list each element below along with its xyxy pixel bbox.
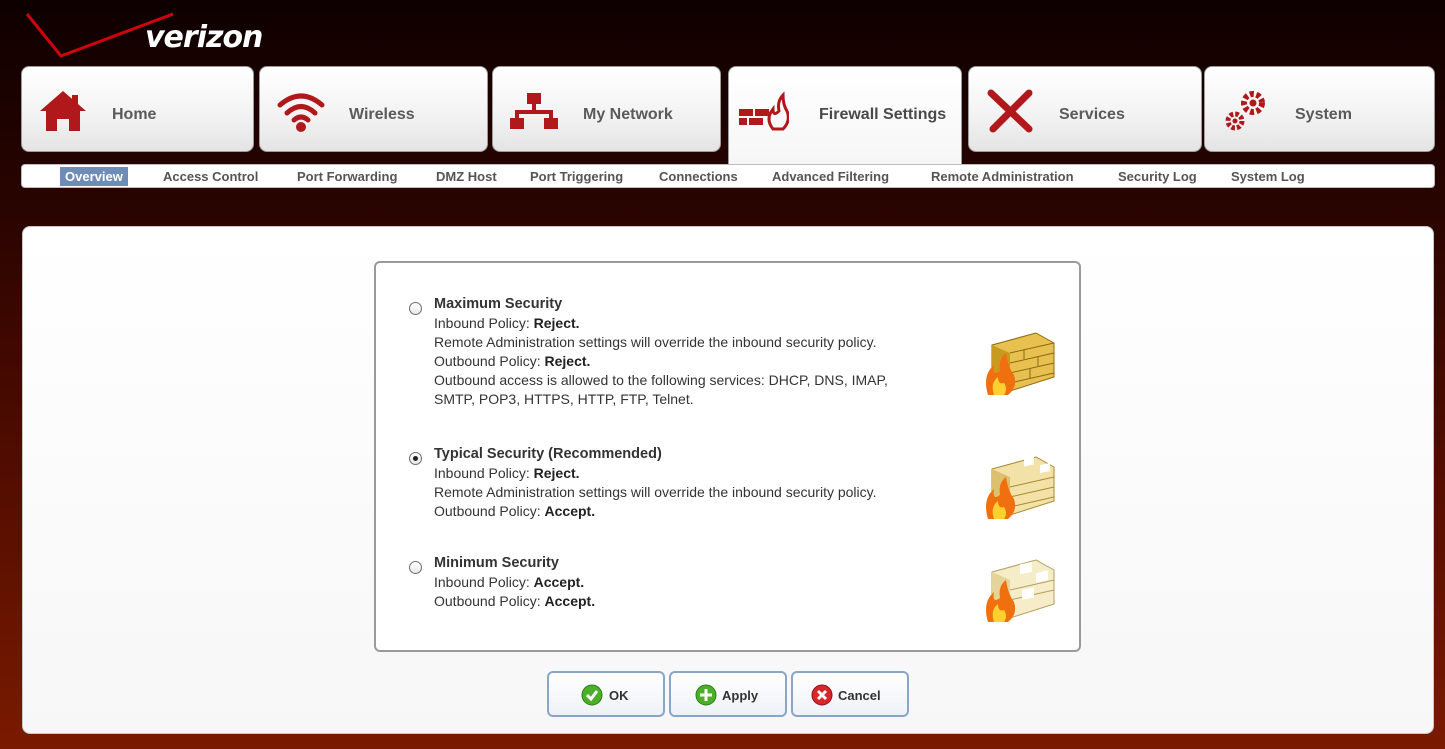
home-icon (40, 91, 86, 131)
firewall-max-icon (986, 332, 1055, 395)
tab-wireless-label: Wireless (349, 106, 415, 123)
subnav-advanced-filtering[interactable]: Advanced Filtering (767, 167, 894, 186)
option-title: Maximum Security (434, 296, 563, 312)
cancel-icon (811, 684, 833, 706)
subnav-connections[interactable]: Connections (654, 167, 743, 186)
gears-icon (1225, 91, 1265, 131)
subnav-port-forwarding[interactable]: Port Forwarding (292, 167, 402, 186)
ok-button[interactable]: OK (547, 671, 665, 717)
tab-services[interactable]: Services (968, 66, 1202, 152)
tab-my-network[interactable]: My Network (492, 66, 721, 152)
subnav-remote-administration[interactable]: Remote Administration (926, 167, 1079, 186)
apply-button-label: Apply (722, 688, 759, 703)
apply-button[interactable]: Apply (669, 671, 787, 717)
remote-admin-note: Remote Administration settings will over… (434, 484, 877, 500)
option-typical-text: Typical Security (Recommended) Inbound P… (434, 445, 877, 521)
tab-home-label: Home (112, 106, 157, 123)
radio-maximum-security[interactable] (409, 302, 422, 315)
option-maximum-text: Maximum Security Inbound Policy: Reject.… (434, 295, 888, 409)
wifi-icon (277, 93, 325, 132)
radio-typical-security[interactable] (409, 452, 422, 465)
cancel-button[interactable]: Cancel (791, 671, 909, 717)
subnav-system-log[interactable]: System Log (1226, 167, 1310, 186)
verizon-logo: verizon (25, 8, 295, 64)
tab-system[interactable]: System (1204, 66, 1435, 152)
subnav-security-log[interactable]: Security Log (1113, 167, 1202, 186)
tab-system-label: System (1295, 106, 1352, 123)
network-icon (510, 93, 558, 129)
radio-minimum-security[interactable] (409, 561, 422, 574)
inbound-policy: Inbound Policy: Accept. (434, 573, 595, 592)
subnav-dmz-host[interactable]: DMZ Host (431, 167, 502, 186)
tab-services-label: Services (1059, 106, 1125, 123)
inbound-policy: Inbound Policy: Reject. (434, 314, 888, 333)
firewall-typical-icon (986, 456, 1055, 519)
cancel-button-label: Cancel (838, 688, 881, 703)
outbound-policy-label: Outbound Policy: (434, 503, 545, 519)
inbound-policy-value: Accept. (533, 574, 585, 590)
option-minimum-text: Minimum Security Inbound Policy: Accept.… (434, 554, 595, 611)
option-title: Typical Security (Recommended) (434, 446, 662, 462)
subnav-access-control[interactable]: Access Control (158, 167, 263, 186)
tab-firewall-settings-label: Firewall Settings (819, 106, 947, 123)
sub-navigation: Overview Access Control Port Forwarding … (21, 164, 1435, 188)
inbound-policy-value: Reject. (533, 315, 580, 331)
ok-button-label: OK (609, 688, 629, 703)
inbound-policy-label: Inbound Policy: (434, 315, 534, 331)
remote-admin-note: Remote Administration settings will over… (434, 334, 877, 350)
outbound-policy-value: Accept. (544, 593, 596, 609)
inbound-policy: Inbound Policy: Reject. (434, 464, 877, 483)
check-icon (581, 684, 603, 706)
tab-firewall-settings[interactable]: Firewall Settings (728, 66, 962, 164)
tab-home[interactable]: Home (21, 66, 254, 152)
outbound-policy-label: Outbound Policy: (434, 593, 545, 609)
outbound-policy-value: Reject. (544, 353, 591, 369)
firewall-icon (739, 91, 789, 131)
allowed-services-line1: Outbound access is allowed to the follow… (434, 372, 888, 388)
firewall-min-icon (986, 559, 1055, 622)
outbound-policy: Outbound Policy: Accept. (434, 502, 877, 521)
inbound-policy-label: Inbound Policy: (434, 574, 534, 590)
inbound-policy-value: Reject. (533, 465, 580, 481)
outbound-policy: Outbound Policy: Accept. (434, 592, 595, 611)
subnav-overview[interactable]: Overview (60, 167, 128, 186)
option-title: Minimum Security (434, 555, 559, 571)
security-options-box: Maximum Security Inbound Policy: Reject.… (374, 261, 1081, 652)
main-tab-bar: Home Wireless My Network Firewall Settin… (21, 66, 1435, 164)
outbound-policy-label: Outbound Policy: (434, 353, 545, 369)
inbound-policy-label: Inbound Policy: (434, 465, 534, 481)
apply-icon (695, 684, 717, 706)
allowed-services-line2: SMTP, POP3, HTTPS, HTTP, FTP, Telnet. (434, 391, 694, 407)
outbound-policy-value: Accept. (544, 503, 596, 519)
tools-icon (987, 89, 1033, 133)
logo-text: verizon (145, 20, 263, 55)
tab-my-network-label: My Network (583, 106, 673, 123)
subnav-port-triggering[interactable]: Port Triggering (525, 167, 628, 186)
outbound-policy: Outbound Policy: Reject. (434, 352, 888, 371)
tab-wireless[interactable]: Wireless (259, 66, 488, 152)
